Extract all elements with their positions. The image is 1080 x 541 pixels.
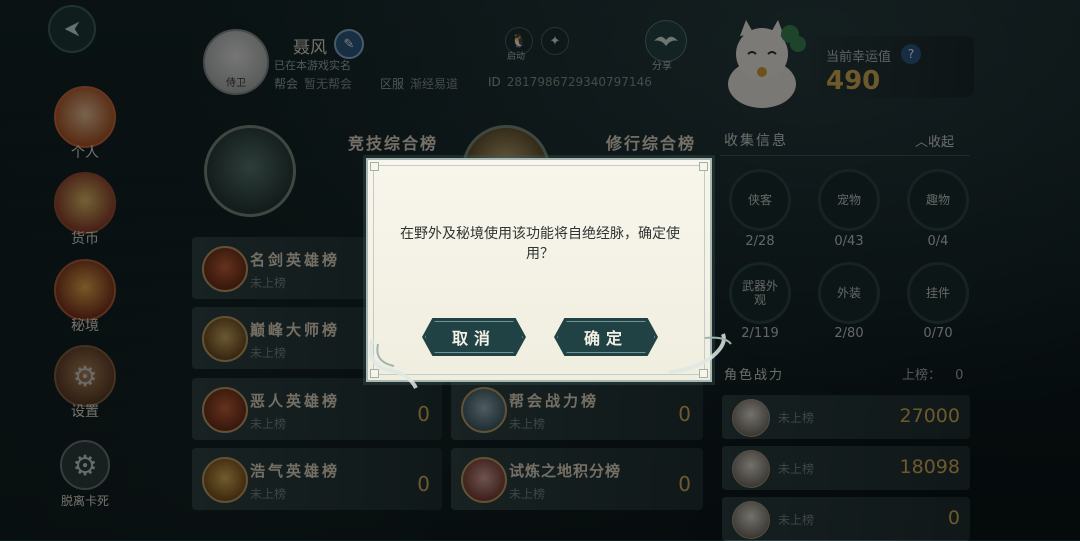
confirm-button[interactable]: 确定 [554,318,658,356]
corner-ornament [370,162,379,171]
confirm-label: 确定 [583,329,628,348]
dialog-message: 在野外及秘境使用该功能将自绝经脉，确定使用？ [400,226,680,262]
cloud-swirl-decoration [668,333,732,374]
corner-ornament [699,162,708,171]
cancel-label: 取消 [451,329,496,348]
cloud-swirl-decoration [368,339,418,389]
